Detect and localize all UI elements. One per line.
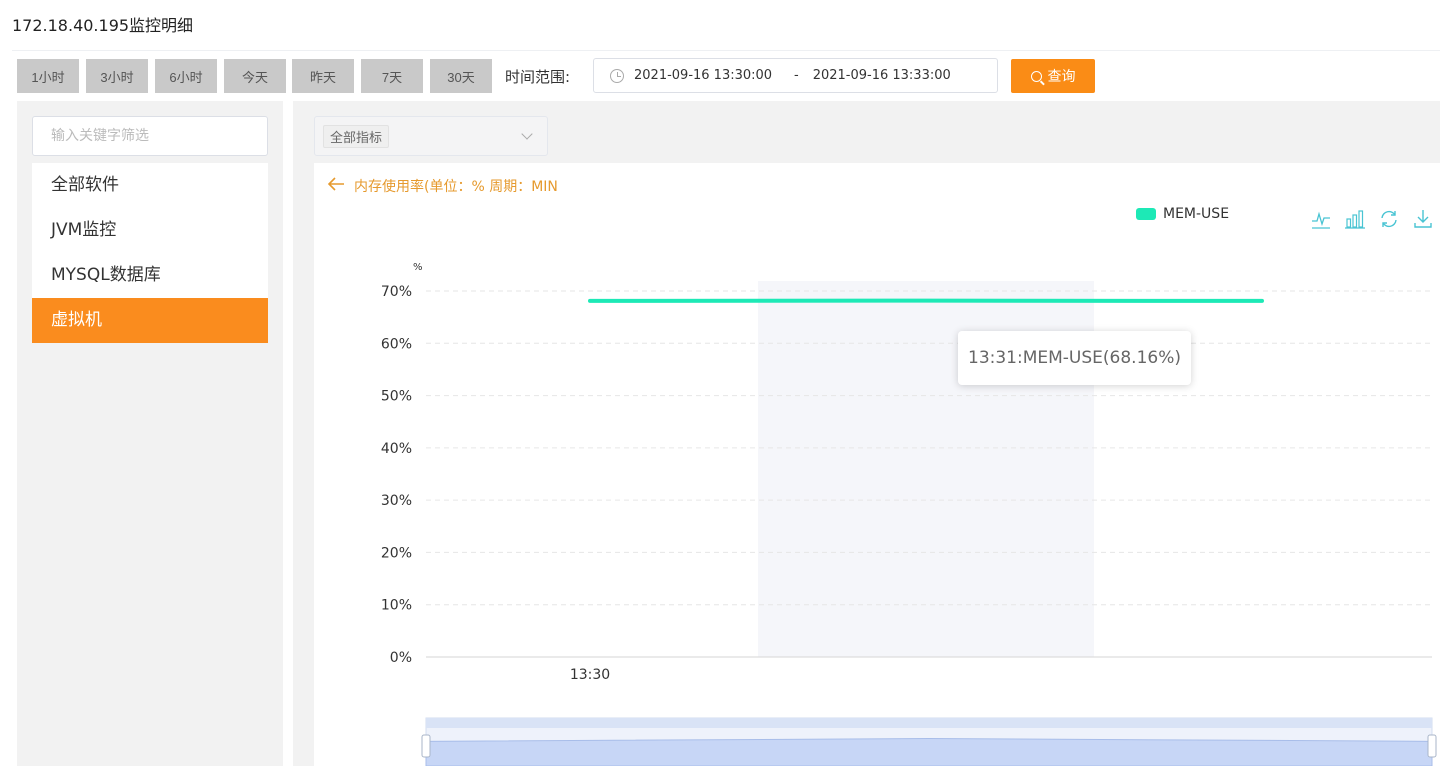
query-button[interactable]: 查询 xyxy=(1011,59,1095,93)
software-menu: 全部软件 JVM监控 MYSQL数据库 虚拟机 xyxy=(32,163,268,343)
start-time-input[interactable]: 2021-09-16 13:30:00 xyxy=(634,68,780,83)
y-tick-label: 70% xyxy=(381,284,412,300)
range-30d-button[interactable]: 30天 xyxy=(430,59,492,93)
menu-item-jvm[interactable]: JVM监控 xyxy=(32,208,268,253)
y-axis-unit: % xyxy=(413,262,423,273)
y-tick-label: 20% xyxy=(381,545,412,561)
sidebar: 全部软件 JVM监控 MYSQL数据库 虚拟机 xyxy=(17,101,283,766)
y-tick-label: 30% xyxy=(381,493,412,509)
filter-input[interactable] xyxy=(32,116,268,156)
search-icon xyxy=(1030,70,1042,82)
menu-item-all-software[interactable]: 全部软件 xyxy=(32,163,268,208)
x-tick-label: 13:30 xyxy=(570,667,610,683)
y-tick-label: 50% xyxy=(381,389,412,405)
page-title: 172.18.40.195监控明细 xyxy=(12,16,194,35)
clock-icon xyxy=(610,68,624,83)
date-separator: - xyxy=(794,68,799,83)
chart-tooltip: 13:31:MEM-USE(68.16%) xyxy=(958,331,1191,385)
range-yesterday-button[interactable]: 昨天 xyxy=(292,59,354,93)
chart-panel: 内存使用率(单位：% 周期：MIN MEM-USE % 0% 10% 20% 3… xyxy=(314,163,1440,766)
menu-item-mysql[interactable]: MYSQL数据库 xyxy=(32,253,268,298)
zoom-handle-left xyxy=(421,734,431,758)
query-button-label: 查询 xyxy=(1047,68,1076,84)
date-range-picker[interactable]: 2021-09-16 13:30:00 - 2021-09-16 13:33:0… xyxy=(593,58,998,93)
end-time-input[interactable]: 2021-09-16 13:33:00 xyxy=(813,68,961,83)
range-today-button[interactable]: 今天 xyxy=(224,59,286,93)
memory-usage-chart: % 0% 10% 20% 30% 40% 50% 60% 70% 13:30 xyxy=(381,262,1437,766)
zoom-slider-header xyxy=(426,718,1432,728)
range-7d-button[interactable]: 7天 xyxy=(361,59,423,93)
menu-item-vm[interactable]: 虚拟机 xyxy=(32,298,268,343)
tooltip-text: 13:31:MEM-USE(68.16%) xyxy=(968,348,1181,368)
main-area: 全部指标 内存使用率(单位：% 周期：MIN MEM-USE % 0% 10% … xyxy=(293,101,1440,766)
y-tick-label: 0% xyxy=(390,650,412,666)
range-3h-button[interactable]: 3小时 xyxy=(86,59,148,93)
title-divider xyxy=(12,50,1440,51)
metric-select[interactable]: 全部指标 xyxy=(314,116,548,156)
y-tick-label: 40% xyxy=(381,441,412,457)
range-1h-button[interactable]: 1小时 xyxy=(17,59,79,93)
chevron-down-icon xyxy=(521,128,533,140)
range-6h-button[interactable]: 6小时 xyxy=(155,59,217,93)
zoom-preview-area xyxy=(425,738,1433,766)
metric-select-tag: 全部指标 xyxy=(323,124,390,148)
zoom-handle-right xyxy=(1427,734,1437,758)
y-tick-label: 10% xyxy=(381,598,412,614)
y-tick-label: 60% xyxy=(381,336,412,352)
time-range-label: 时间范围: xyxy=(505,68,571,86)
